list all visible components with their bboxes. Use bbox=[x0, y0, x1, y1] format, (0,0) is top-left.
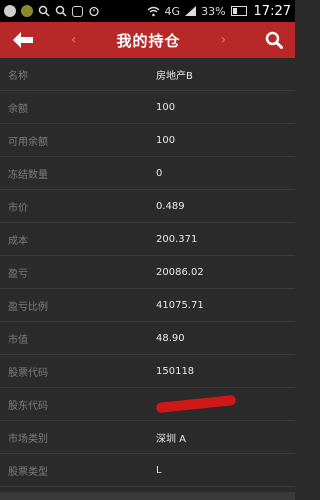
app-header: ‹ 我的持仓 › bbox=[0, 22, 295, 58]
back-button[interactable] bbox=[10, 27, 36, 53]
detail-row: 股东代码 bbox=[0, 388, 295, 421]
search-button[interactable] bbox=[261, 27, 287, 53]
row-value: 48.90 bbox=[156, 332, 185, 344]
row-value: 深圳 A bbox=[156, 433, 187, 445]
clock: 17:27 bbox=[253, 3, 291, 19]
row-label: 名称 bbox=[8, 70, 28, 82]
row-label: 盈亏 bbox=[8, 268, 28, 280]
row-label: 盈亏比例 bbox=[8, 301, 48, 313]
row-value: 100 bbox=[156, 101, 176, 113]
row-value: 0 bbox=[156, 167, 163, 179]
status-bar: 4G 33% 17:27 bbox=[0, 0, 295, 22]
row-label: 市值 bbox=[8, 334, 28, 346]
row-label: 余额 bbox=[8, 103, 28, 115]
alarm-icon bbox=[88, 5, 100, 17]
row-value: 房地产B bbox=[156, 70, 193, 82]
battery-icon bbox=[230, 6, 247, 16]
row-value-redacted bbox=[148, 394, 295, 413]
row-value: 20086.02 bbox=[156, 266, 204, 278]
detail-row: 可用余额 100 bbox=[0, 124, 295, 157]
detail-row: 市价 0.489 bbox=[0, 190, 295, 223]
row-value: 100 bbox=[156, 134, 176, 146]
row-value: 0.489 bbox=[156, 200, 185, 212]
title-group: ‹ 我的持仓 › bbox=[71, 30, 226, 51]
holding-details: 名称 房地产B 余额 100 可用余额 100 冻结数量 0 市价 0.489 成本 20… bbox=[0, 58, 295, 487]
detail-row: 盈亏 20086.02 bbox=[0, 256, 295, 289]
row-label: 市价 bbox=[8, 202, 28, 214]
row-label: 股东代码 bbox=[8, 400, 48, 412]
redaction-mark bbox=[155, 394, 237, 413]
detail-row: 成本 200.371 bbox=[0, 223, 295, 256]
row-label: 冻结数量 bbox=[8, 169, 48, 181]
detail-row: 余额 100 bbox=[0, 91, 295, 124]
row-label: 股票类型 bbox=[8, 466, 48, 478]
signal-icon bbox=[185, 6, 197, 16]
detail-row: 盈亏比例 41075.71 bbox=[0, 289, 295, 322]
row-value: 200.371 bbox=[156, 233, 198, 245]
detail-row: 股票类型 L bbox=[0, 454, 295, 487]
wifi-icon bbox=[147, 6, 160, 17]
battery-percent: 33% bbox=[201, 4, 226, 18]
row-value: 150118 bbox=[156, 365, 195, 377]
row-label: 股票代码 bbox=[8, 367, 48, 379]
row-label: 可用余额 bbox=[8, 136, 48, 148]
app-notification-icon bbox=[72, 5, 83, 17]
detail-row: 市值 48.90 bbox=[0, 322, 295, 355]
row-label: 市场类别 bbox=[8, 433, 48, 445]
bottom-edge bbox=[0, 492, 295, 500]
row-value: L bbox=[156, 464, 162, 476]
chevron-left-icon[interactable]: ‹ bbox=[71, 32, 77, 48]
row-label: 成本 bbox=[8, 235, 28, 247]
detail-row: 市场类别 深圳 A bbox=[0, 421, 295, 454]
search-icon bbox=[265, 31, 283, 49]
back-arrow-icon bbox=[13, 32, 33, 48]
chevron-right-icon[interactable]: › bbox=[221, 32, 227, 48]
search-notification-icon bbox=[55, 5, 67, 17]
detail-row: 股票代码 150118 bbox=[0, 355, 295, 388]
app-notification-icon bbox=[21, 5, 33, 17]
detail-row: 名称 房地产B bbox=[0, 58, 295, 91]
row-value: 41075.71 bbox=[156, 299, 204, 311]
page-title: 我的持仓 bbox=[116, 31, 181, 50]
network-type: 4G bbox=[164, 4, 181, 18]
detail-row: 冻结数量 0 bbox=[0, 157, 295, 190]
app-notification-icon bbox=[4, 5, 16, 17]
search-notification-icon bbox=[38, 5, 50, 17]
